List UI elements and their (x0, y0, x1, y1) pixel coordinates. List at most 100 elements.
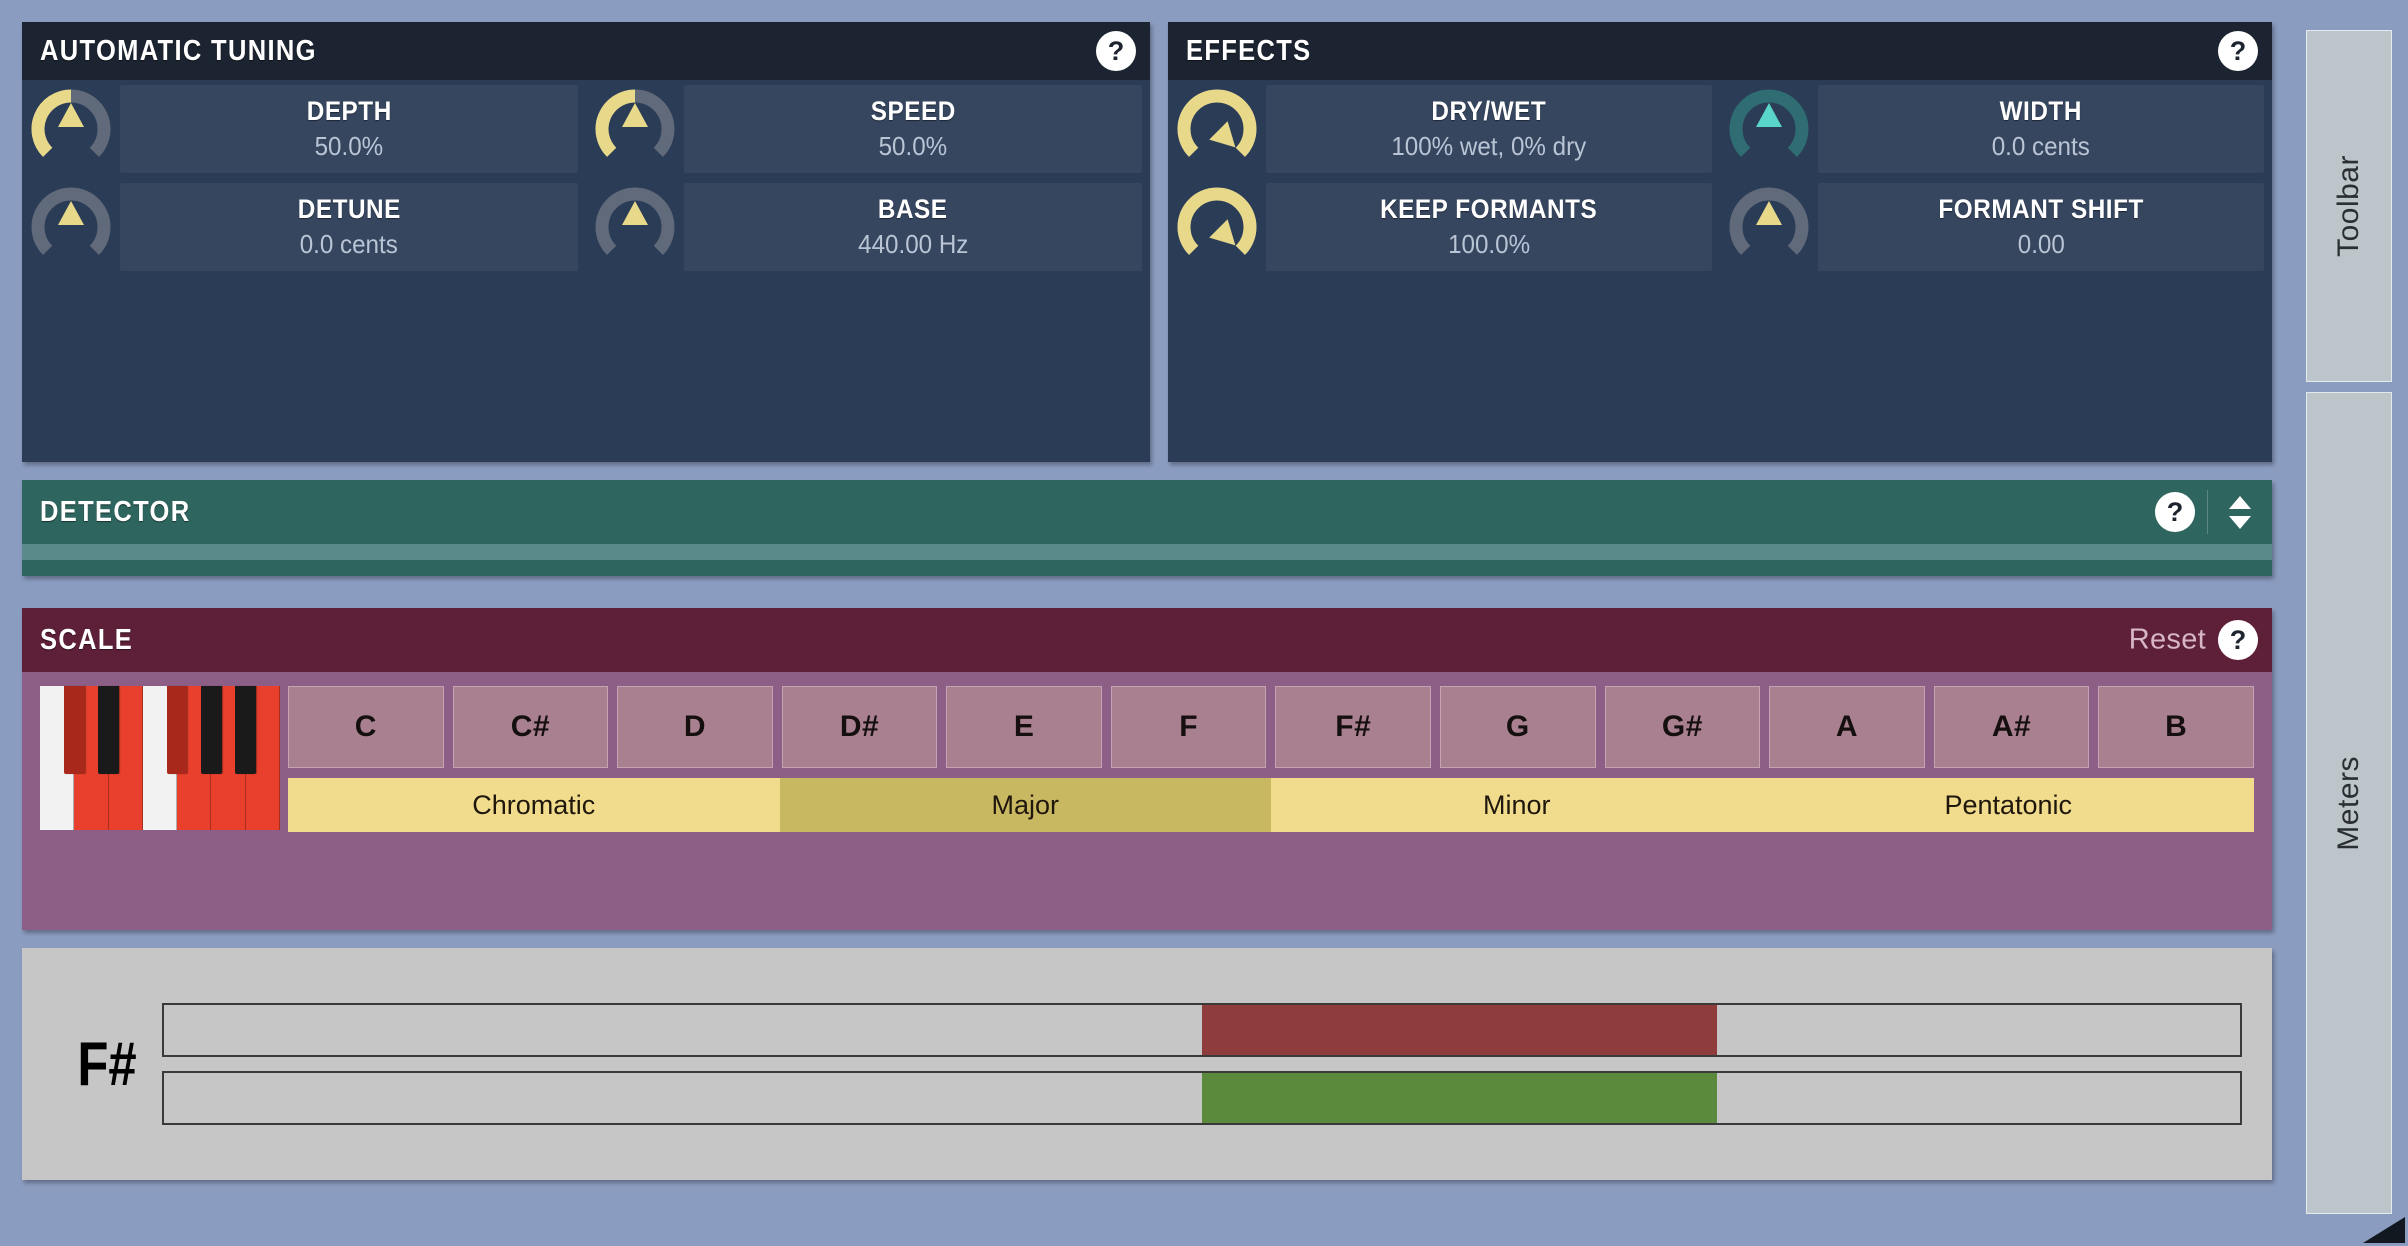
knob-row: DEPTH 50.0% SPEED 50.0% (22, 80, 1150, 178)
depth-label: DEPTH (306, 96, 392, 126)
effects-knob-grid: DRY/WET 100% wet, 0% dry WIDTH 0.0 cents (1168, 80, 2272, 276)
speed-value: 50.0% (878, 131, 948, 161)
scale-preset-chromatic[interactable]: Chromatic (288, 778, 780, 832)
param-speed: SPEED 50.0% (586, 80, 1150, 178)
scale-preset-pentatonic[interactable]: Pentatonic (1762, 778, 2254, 832)
automatic-tuning-title: AUTOMATIC TUNING (40, 34, 317, 67)
help-icon[interactable]: ? (2218, 31, 2258, 71)
formant-shift-knob[interactable] (1720, 178, 1818, 276)
scale-preset-minor[interactable]: Minor (1271, 778, 1763, 832)
scale-preset-major[interactable]: Major (779, 778, 1271, 832)
help-icon[interactable]: ? (2155, 492, 2195, 532)
speed-readout[interactable]: SPEED 50.0% (684, 85, 1142, 173)
detector-panel: DETECTOR ? (22, 480, 2272, 576)
automatic-tuning-header: AUTOMATIC TUNING ? (22, 22, 1150, 80)
detune-readout[interactable]: DETUNE 0.0 cents (120, 183, 578, 271)
automatic-tuning-knob-grid: DEPTH 50.0% SPEED 50.0% DETUNE 0.0 cents… (22, 80, 1150, 276)
piano-black-key[interactable] (235, 686, 256, 774)
note-button-dsharp[interactable]: D# (781, 686, 938, 768)
knob-row: DRY/WET 100% wet, 0% dry WIDTH 0.0 cents (1168, 80, 2272, 178)
chevron-up-down-icon (2229, 495, 2251, 529)
note-button-csharp[interactable]: C# (452, 686, 609, 768)
keep-formants-value: 100.0% (1447, 229, 1531, 259)
speed-label: SPEED (870, 96, 956, 126)
width-value: 0.0 cents (1991, 131, 2091, 161)
depth-readout[interactable]: DEPTH 50.0% (120, 85, 578, 173)
knob-row: KEEP FORMANTS 100.0% FORMANT SHIFT 0.00 (1168, 178, 2272, 276)
note-button-f[interactable]: F (1110, 686, 1267, 768)
width-label: WIDTH (1999, 96, 2083, 126)
base-value: 440.00 Hz (857, 229, 969, 259)
note-button-c[interactable]: C (288, 686, 444, 768)
knob-row: DETUNE 0.0 cents BASE 440.00 Hz (22, 178, 1150, 276)
effects-panel: EFFECTS ? DRY/WET 100% wet, 0% dry WIDTH… (1168, 22, 2272, 462)
reset-button[interactable]: Reset (2129, 624, 2206, 657)
param-width: WIDTH 0.0 cents (1720, 80, 2272, 178)
depth-knob[interactable] (22, 80, 120, 178)
detected-note-label: F# (77, 1029, 137, 1099)
note-button-b[interactable]: B (2098, 686, 2254, 768)
dry-wet-label: DRY/WET (1431, 96, 1547, 126)
base-readout[interactable]: BASE 440.00 Hz (684, 183, 1142, 271)
sidebar-tab-meters[interactable]: Meters (2306, 392, 2392, 1214)
meter-bars (162, 1003, 2242, 1125)
detune-label: DETUNE (297, 194, 401, 224)
right-sidebar: Toolbar Meters (2298, 0, 2408, 1246)
formant-shift-label: FORMANT SHIFT (1938, 194, 2144, 224)
note-button-g[interactable]: G (1440, 686, 1596, 768)
help-icon[interactable]: ? (2218, 620, 2258, 660)
param-keep-formants: KEEP FORMANTS 100.0% (1168, 178, 1720, 276)
help-icon[interactable]: ? (1096, 31, 1136, 71)
note-button-e[interactable]: E (946, 686, 1102, 768)
speed-knob[interactable] (586, 80, 684, 178)
detector-tools: ? (2143, 480, 2272, 544)
note-button-row: C C# D D# E F F# G G# A A# B (288, 686, 2254, 768)
note-button-a[interactable]: A (1769, 686, 1925, 768)
pitch-deviation-bar (162, 1003, 2242, 1057)
scale-panel: SCALE Reset ? C C# D D# E F F# G G# A A# B Chromati… (22, 608, 2272, 930)
note-button-d[interactable]: D (617, 686, 773, 768)
detector-strip (22, 544, 2272, 560)
param-detune: DETUNE 0.0 cents (22, 178, 586, 276)
scale-title: SCALE (40, 623, 134, 656)
note-button-fsharp[interactable]: F# (1275, 686, 1432, 768)
detune-knob[interactable] (22, 178, 120, 276)
detector-title: DETECTOR (40, 495, 191, 528)
scale-header: SCALE Reset ? (22, 608, 2272, 672)
base-knob[interactable] (586, 178, 684, 276)
keep-formants-label: KEEP FORMANTS (1380, 194, 1598, 224)
piano-black-key[interactable] (166, 686, 188, 774)
piano-black-key[interactable] (201, 686, 222, 774)
note-button-asharp[interactable]: A# (1933, 686, 2090, 768)
note-button-gsharp[interactable]: G# (1604, 686, 1761, 768)
piano-keyboard[interactable] (40, 686, 280, 830)
scale-preset-row: Chromatic Major Minor Pentatonic (288, 778, 2254, 832)
effects-header: EFFECTS ? (1168, 22, 2272, 80)
width-readout[interactable]: WIDTH 0.0 cents (1818, 85, 2264, 173)
param-dry-wet: DRY/WET 100% wet, 0% dry (1168, 80, 1720, 178)
width-knob[interactable] (1720, 80, 1818, 178)
dry-wet-value: 100% wet, 0% dry (1391, 131, 1587, 161)
formant-shift-readout[interactable]: FORMANT SHIFT 0.00 (1818, 183, 2264, 271)
keep-formants-knob[interactable] (1168, 178, 1266, 276)
pitch-meter-inner: F# (22, 948, 2272, 1180)
dry-wet-knob[interactable] (1168, 80, 1266, 178)
param-depth: DEPTH 50.0% (22, 80, 586, 178)
automatic-tuning-panel: AUTOMATIC TUNING ? DEPTH 50.0% SPEED 50.… (22, 22, 1150, 462)
scale-body: C C# D D# E F F# G G# A A# B Chromatic Major Minor Pen… (22, 672, 2272, 848)
resize-grip-icon[interactable] (2363, 1217, 2405, 1243)
piano-black-key[interactable] (64, 686, 85, 774)
keep-formants-readout[interactable]: KEEP FORMANTS 100.0% (1266, 183, 1712, 271)
correction-bar (162, 1071, 2242, 1125)
piano-black-key[interactable] (98, 686, 119, 774)
sidebar-tab-toolbar-label: Toolbar (2332, 155, 2365, 257)
effects-title: EFFECTS (1186, 34, 1312, 67)
sidebar-tab-meters-label: Meters (2332, 755, 2365, 851)
help-button[interactable]: ? (2143, 480, 2207, 544)
expand-collapse-button[interactable] (2208, 480, 2272, 544)
detector-header[interactable]: DETECTOR ? (22, 480, 2272, 544)
dry-wet-readout[interactable]: DRY/WET 100% wet, 0% dry (1266, 85, 1712, 173)
param-base: BASE 440.00 Hz (586, 178, 1150, 276)
pitch-meter-panel: F# (22, 948, 2272, 1180)
sidebar-tab-toolbar[interactable]: Toolbar (2306, 30, 2392, 382)
